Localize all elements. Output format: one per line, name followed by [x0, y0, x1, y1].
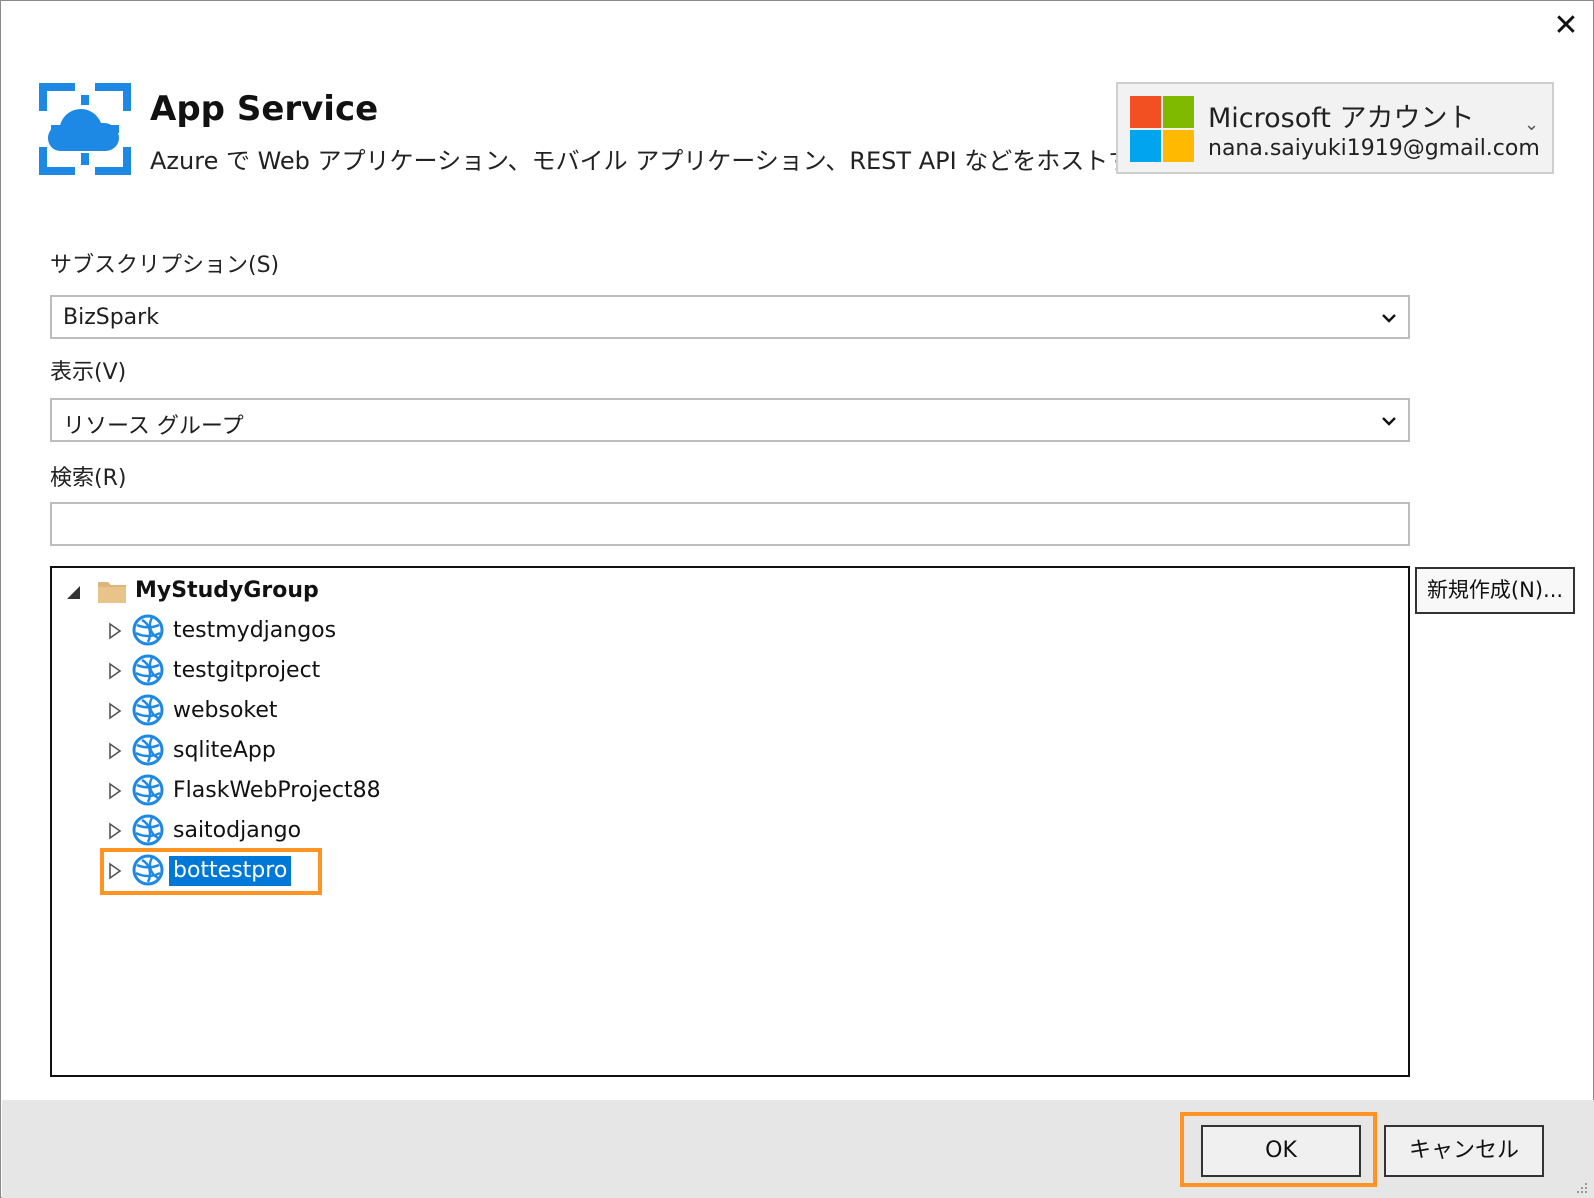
web-app-globe-icon — [132, 734, 164, 766]
tree-item[interactable]: bottestpro — [52, 854, 652, 890]
web-app-globe-icon — [132, 814, 164, 846]
microsoft-logo-icon — [1130, 96, 1194, 162]
tree-item[interactable]: websoket — [52, 694, 652, 730]
app-service-dialog: ✕ App Service Azure で Web アプリケーション、モバイル … — [0, 0, 1594, 1198]
tree-item-label: sqliteApp — [173, 738, 276, 763]
web-app-globe-icon — [132, 854, 164, 886]
tree-group-node[interactable]: MyStudyGroup — [52, 574, 452, 610]
tree-item[interactable]: saitodjango — [52, 814, 652, 850]
tree-item[interactable]: testgitproject — [52, 654, 652, 690]
tree-item-label: FlaskWebProject88 — [173, 778, 381, 803]
triangle-right-icon[interactable] — [107, 702, 123, 720]
tree-item-label: testmydjangos — [173, 618, 337, 643]
web-app-globe-icon — [132, 654, 164, 686]
triangle-right-icon[interactable] — [107, 862, 123, 880]
web-app-globe-icon — [132, 614, 164, 646]
triangle-right-icon[interactable] — [107, 822, 123, 840]
search-label: 検索(R) — [50, 466, 127, 491]
view-label: 表示(V) — [50, 360, 127, 385]
resize-grip-icon[interactable] — [1573, 1179, 1589, 1195]
cancel-button[interactable]: キャンセル — [1384, 1125, 1544, 1177]
chevron-down-icon — [1382, 314, 1396, 323]
web-app-globe-icon — [132, 774, 164, 806]
tree-item[interactable]: sqliteApp — [52, 734, 652, 770]
tree-item[interactable]: testmydjangos — [52, 614, 652, 650]
resource-tree[interactable]: MyStudyGroup testmydjangos testgitproject… — [50, 566, 1410, 1077]
tree-item-label: bottestpro — [169, 856, 292, 886]
triangle-right-icon[interactable] — [107, 782, 123, 800]
triangle-right-icon[interactable] — [107, 742, 123, 760]
tree-item-label: saitodjango — [173, 818, 302, 843]
subscription-label: サブスクリプション(S) — [50, 253, 280, 278]
tree-item-label: websoket — [173, 698, 278, 723]
chevron-down-icon[interactable]: ⌄ — [1524, 114, 1539, 135]
chevron-down-icon — [1382, 417, 1396, 426]
triangle-right-icon[interactable] — [107, 622, 123, 640]
subscription-dropdown[interactable]: BizSpark — [50, 295, 1410, 339]
close-icon[interactable]: ✕ — [1549, 9, 1583, 43]
tree-item-label: testgitproject — [173, 658, 321, 683]
triangle-right-icon[interactable] — [107, 662, 123, 680]
tree-group-label: MyStudyGroup — [135, 578, 319, 603]
view-dropdown[interactable]: リソース グループ — [50, 398, 1410, 442]
web-app-globe-icon — [132, 694, 164, 726]
ok-button[interactable]: OK — [1201, 1125, 1361, 1177]
triangle-down-icon[interactable] — [66, 583, 82, 601]
view-value: リソース グループ — [63, 414, 244, 439]
account-email: nana.saiyuki1919@gmail.com — [1208, 136, 1540, 161]
folder-icon — [98, 582, 126, 603]
account-picker[interactable]: Microsoft アカウント nana.saiyuki1919@gmail.c… — [1116, 82, 1554, 174]
new-button[interactable]: 新規作成(N)... — [1415, 567, 1575, 614]
page-subtitle: Azure で Web アプリケーション、モバイル アプリケーション、REST … — [150, 147, 1157, 175]
tree-item[interactable]: FlaskWebProject88 — [52, 774, 652, 810]
page-title: App Service — [150, 89, 379, 129]
subscription-value: BizSpark — [63, 305, 159, 330]
account-provider: Microsoft アカウント — [1208, 103, 1475, 134]
azure-app-service-icon — [39, 83, 131, 175]
search-input[interactable] — [50, 502, 1410, 546]
